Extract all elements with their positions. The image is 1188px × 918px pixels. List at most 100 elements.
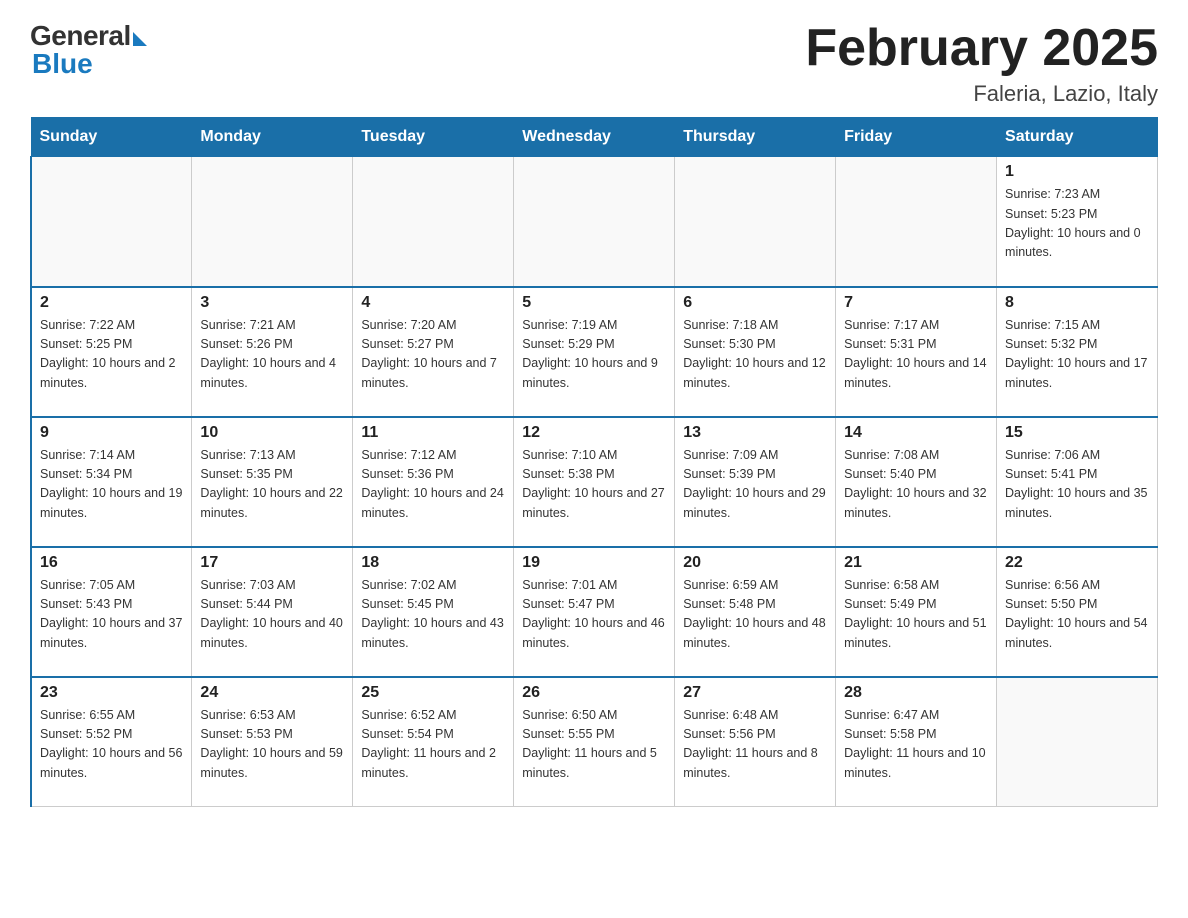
week-row-4: 16 Sunrise: 7:05 AMSunset: 5:43 PMDayligh… [31,547,1158,677]
calendar-cell: 14Sunrise: 7:08 AMSunset: 5:40 PMDayligh… [836,417,997,547]
week-row-3: 9 Sunrise: 7:14 AMSunset: 5:34 PMDaylight… [31,417,1158,547]
day-number: 5 [522,294,666,312]
day-info: Sunrise: 7:01 AMSunset: 5:47 PMDaylight:… [522,576,666,654]
calendar-cell: 26 Sunrise: 6:50 AMSunset: 5:55 PMDayligh… [514,677,675,807]
calendar-cell [514,157,675,287]
day-info: Sunrise: 7:05 AMSunset: 5:43 PMDaylight:… [40,576,183,654]
day-number: 8 [1005,294,1149,312]
day-number: 17 [200,554,344,572]
day-number: 15 [1005,424,1149,442]
weekday-header-saturday: Saturday [997,118,1158,157]
day-info: Sunrise: 6:50 AMSunset: 5:55 PMDaylight:… [522,706,666,784]
day-number: 19 [522,554,666,572]
day-number: 9 [40,424,183,442]
day-info: Sunrise: 6:56 AMSunset: 5:50 PMDaylight:… [1005,576,1149,654]
weekday-header-monday: Monday [192,118,353,157]
calendar-cell: 24 Sunrise: 6:53 AMSunset: 5:53 PMDayligh… [192,677,353,807]
day-number: 28 [844,684,988,702]
calendar-cell: 28 Sunrise: 6:47 AMSunset: 5:58 PMDayligh… [836,677,997,807]
calendar: SundayMondayTuesdayWednesdayThursdayFrid… [30,117,1158,807]
calendar-cell: 22 Sunrise: 6:56 AMSunset: 5:50 PMDayligh… [997,547,1158,677]
day-info: Sunrise: 6:55 AMSunset: 5:52 PMDaylight:… [40,706,183,784]
weekday-header-wednesday: Wednesday [514,118,675,157]
weekday-header-sunday: Sunday [31,118,192,157]
calendar-cell [353,157,514,287]
logo: General Blue [30,20,147,80]
day-number: 16 [40,554,183,572]
calendar-cell: 1 Sunrise: 7:23 AMSunset: 5:23 PMDaylight… [997,157,1158,287]
calendar-cell [192,157,353,287]
day-number: 7 [844,294,988,312]
calendar-cell: 21 Sunrise: 6:58 AMSunset: 5:49 PMDayligh… [836,547,997,677]
day-info: Sunrise: 7:12 AMSunset: 5:36 PMDaylight:… [361,446,505,524]
day-info: Sunrise: 7:18 AMSunset: 5:30 PMDaylight:… [683,316,827,394]
day-info: Sunrise: 7:17 AMSunset: 5:31 PMDaylight:… [844,316,988,394]
month-title: February 2025 [805,20,1158,77]
day-info: Sunrise: 6:58 AMSunset: 5:49 PMDaylight:… [844,576,988,654]
day-info: Sunrise: 7:19 AMSunset: 5:29 PMDaylight:… [522,316,666,394]
day-info: Sunrise: 7:14 AMSunset: 5:34 PMDaylight:… [40,446,183,524]
week-row-5: 23 Sunrise: 6:55 AMSunset: 5:52 PMDayligh… [31,677,1158,807]
day-number: 21 [844,554,988,572]
calendar-cell: 27Sunrise: 6:48 AMSunset: 5:56 PMDayligh… [675,677,836,807]
calendar-cell: 25Sunrise: 6:52 AMSunset: 5:54 PMDayligh… [353,677,514,807]
day-info: Sunrise: 7:03 AMSunset: 5:44 PMDaylight:… [200,576,344,654]
day-info: Sunrise: 6:52 AMSunset: 5:54 PMDaylight:… [361,706,505,784]
day-number: 14 [844,424,988,442]
weekday-header-friday: Friday [836,118,997,157]
calendar-cell: 16 Sunrise: 7:05 AMSunset: 5:43 PMDayligh… [31,547,192,677]
calendar-cell: 20 Sunrise: 6:59 AMSunset: 5:48 PMDayligh… [675,547,836,677]
day-number: 22 [1005,554,1149,572]
day-info: Sunrise: 7:02 AMSunset: 5:45 PMDaylight:… [361,576,505,654]
day-number: 23 [40,684,183,702]
day-info: Sunrise: 6:48 AMSunset: 5:56 PMDaylight:… [683,706,827,784]
day-info: Sunrise: 7:09 AMSunset: 5:39 PMDaylight:… [683,446,827,524]
day-number: 3 [200,294,344,312]
calendar-cell [31,157,192,287]
calendar-cell: 7 Sunrise: 7:17 AMSunset: 5:31 PMDaylight… [836,287,997,417]
calendar-cell: 15Sunrise: 7:06 AMSunset: 5:41 PMDayligh… [997,417,1158,547]
calendar-cell: 18 Sunrise: 7:02 AMSunset: 5:45 PMDayligh… [353,547,514,677]
day-number: 10 [200,424,344,442]
location: Faleria, Lazio, Italy [805,81,1158,107]
page-header: General Blue February 2025 Faleria, Lazi… [30,20,1158,107]
day-info: Sunrise: 7:15 AMSunset: 5:32 PMDaylight:… [1005,316,1149,394]
day-info: Sunrise: 6:53 AMSunset: 5:53 PMDaylight:… [200,706,344,784]
calendar-cell: 19 Sunrise: 7:01 AMSunset: 5:47 PMDayligh… [514,547,675,677]
day-info: Sunrise: 6:59 AMSunset: 5:48 PMDaylight:… [683,576,827,654]
day-number: 24 [200,684,344,702]
day-info: Sunrise: 7:21 AMSunset: 5:26 PMDaylight:… [200,316,344,394]
week-row-2: 2 Sunrise: 7:22 AMSunset: 5:25 PMDaylight… [31,287,1158,417]
calendar-cell: 13 Sunrise: 7:09 AMSunset: 5:39 PMDayligh… [675,417,836,547]
calendar-cell: 8 Sunrise: 7:15 AMSunset: 5:32 PMDaylight… [997,287,1158,417]
day-info: Sunrise: 7:20 AMSunset: 5:27 PMDaylight:… [361,316,505,394]
day-number: 11 [361,424,505,442]
week-row-1: 1 Sunrise: 7:23 AMSunset: 5:23 PMDaylight… [31,157,1158,287]
day-info: Sunrise: 7:23 AMSunset: 5:23 PMDaylight:… [1005,185,1149,263]
day-number: 4 [361,294,505,312]
calendar-cell: 2 Sunrise: 7:22 AMSunset: 5:25 PMDaylight… [31,287,192,417]
calendar-cell: 9 Sunrise: 7:14 AMSunset: 5:34 PMDaylight… [31,417,192,547]
calendar-cell: 23 Sunrise: 6:55 AMSunset: 5:52 PMDayligh… [31,677,192,807]
day-info: Sunrise: 7:10 AMSunset: 5:38 PMDaylight:… [522,446,666,524]
weekday-header-row: SundayMondayTuesdayWednesdayThursdayFrid… [31,118,1158,157]
day-number: 12 [522,424,666,442]
logo-blue-text: Blue [32,48,93,80]
day-number: 20 [683,554,827,572]
day-number: 18 [361,554,505,572]
weekday-header-tuesday: Tuesday [353,118,514,157]
calendar-cell: 6 Sunrise: 7:18 AMSunset: 5:30 PMDaylight… [675,287,836,417]
day-number: 13 [683,424,827,442]
day-number: 1 [1005,163,1149,181]
weekday-header-thursday: Thursday [675,118,836,157]
calendar-cell: 12 Sunrise: 7:10 AMSunset: 5:38 PMDayligh… [514,417,675,547]
day-info: Sunrise: 7:22 AMSunset: 5:25 PMDaylight:… [40,316,183,394]
day-number: 2 [40,294,183,312]
day-number: 26 [522,684,666,702]
calendar-cell [836,157,997,287]
day-info: Sunrise: 6:47 AMSunset: 5:58 PMDaylight:… [844,706,988,784]
calendar-cell: 11 Sunrise: 7:12 AMSunset: 5:36 PMDayligh… [353,417,514,547]
day-number: 6 [683,294,827,312]
calendar-cell: 4 Sunrise: 7:20 AMSunset: 5:27 PMDaylight… [353,287,514,417]
logo-arrow-icon [133,32,147,46]
